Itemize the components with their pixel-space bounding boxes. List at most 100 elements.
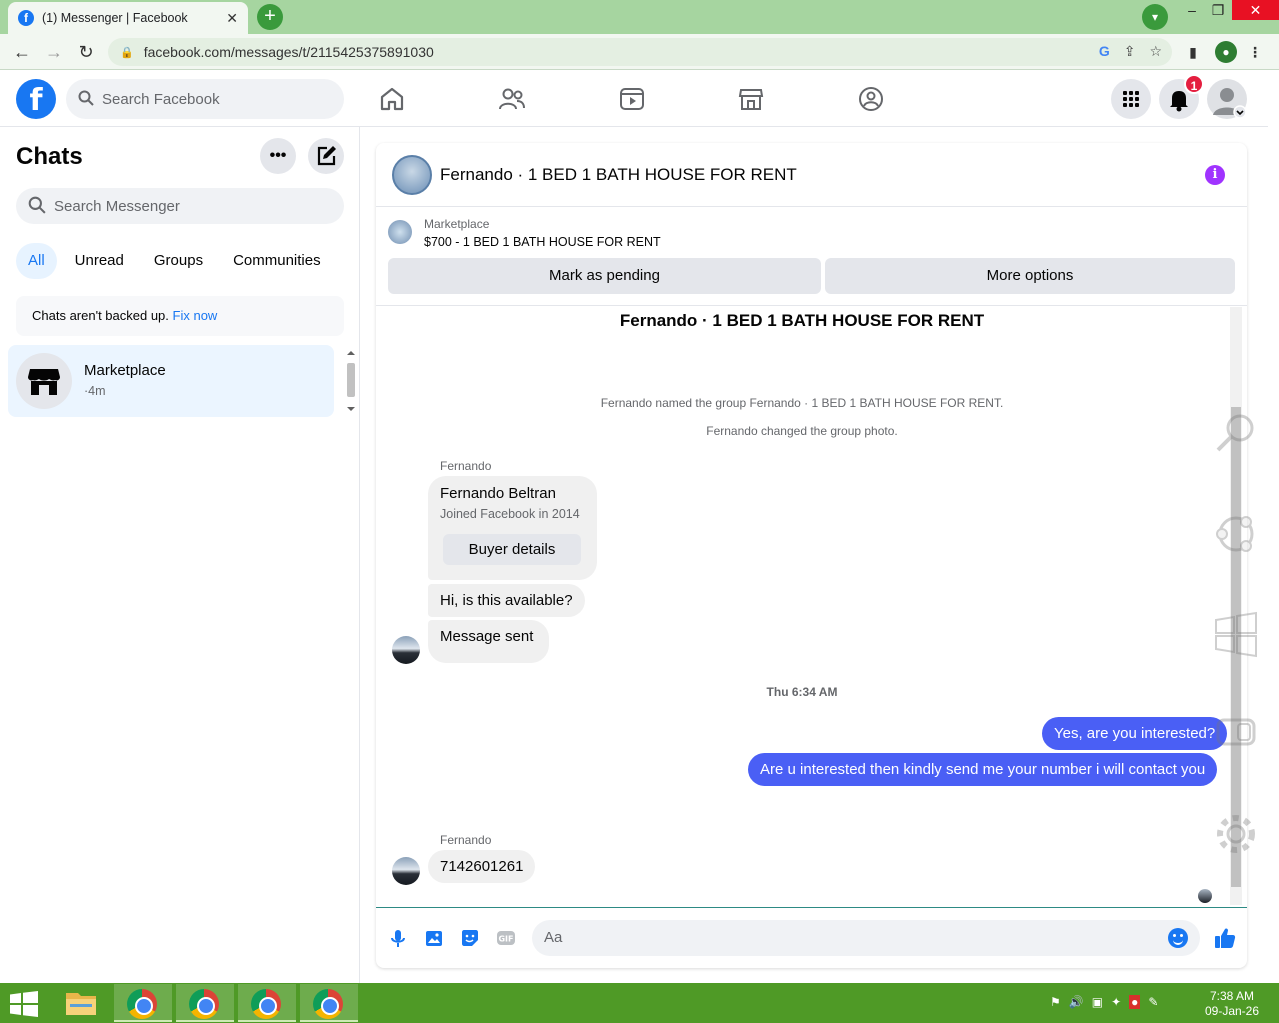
bookmark-star-icon[interactable]: ☆ — [1149, 43, 1162, 60]
message-thread: Fernando · 1 BED 1 BATH HOUSE FOR RENT F… — [376, 307, 1247, 907]
messenger-search-input[interactable]: Search Messenger — [16, 188, 344, 224]
taskbar-chrome-2[interactable] — [176, 984, 234, 1022]
groups-icon[interactable] — [856, 84, 886, 114]
filter-communities[interactable]: Communities — [221, 243, 333, 279]
facebook-logo-icon[interactable]: f — [16, 79, 56, 119]
sidebar-scrollbar[interactable] — [344, 347, 358, 415]
sender-name: Fernando — [440, 833, 492, 847]
browser-tab[interactable]: f (1) Messenger | Facebook ✕ — [8, 2, 248, 34]
close-tab-icon[interactable]: ✕ — [226, 10, 238, 27]
info-icon[interactable]: i — [1205, 165, 1225, 185]
facebook-search-input[interactable]: Search Facebook — [66, 79, 344, 119]
filter-groups[interactable]: Groups — [142, 243, 215, 279]
chat-name: Marketplace — [84, 362, 166, 379]
recording-icon[interactable]: ● — [1129, 995, 1141, 1009]
listing-thumbnail[interactable] — [388, 220, 412, 244]
marketplace-store-icon — [28, 369, 60, 395]
photo-icon[interactable] — [424, 928, 444, 948]
marketplace-label: Marketplace — [424, 217, 490, 231]
message-input[interactable]: Aa — [532, 920, 1200, 956]
taskbar-chrome-4[interactable] — [300, 984, 358, 1022]
fix-now-link[interactable]: Fix now — [173, 308, 218, 323]
chat-filters: All Unread Groups Communities — [16, 243, 333, 279]
sender-avatar[interactable] — [392, 857, 420, 885]
chat-options-button[interactable]: ••• — [260, 138, 296, 174]
more-dots-icon: ••• — [269, 147, 287, 164]
incoming-message[interactable]: 7142601261 — [428, 850, 536, 883]
conversation-panel: Fernando · 1 BED 1 BATH HOUSE FOR RENT i… — [376, 143, 1247, 968]
read-receipt-avatar — [1198, 889, 1212, 903]
conversation-title[interactable]: Fernando · 1 BED 1 BATH HOUSE FOR RENT — [440, 165, 797, 185]
back-icon[interactable]: ← — [10, 40, 34, 64]
share-overlay-icon — [1216, 516, 1254, 552]
flag-icon[interactable]: ⚑ — [1050, 995, 1061, 1009]
taskbar-chrome-3[interactable] — [238, 984, 296, 1022]
video-icon[interactable] — [617, 84, 647, 114]
search-icon — [28, 196, 46, 217]
device-overlay-icon — [1216, 718, 1256, 746]
lock-icon[interactable]: 🔒 — [120, 46, 134, 59]
marketplace-icon[interactable] — [736, 84, 766, 114]
emoji-icon[interactable] — [1168, 928, 1188, 948]
message-composer: GIF Aa — [376, 907, 1247, 968]
incoming-message[interactable]: Hi, is this available? — [428, 584, 585, 617]
sender-avatar[interactable] — [392, 636, 420, 664]
gif-icon[interactable]: GIF — [496, 928, 516, 948]
sender-name: Fernando — [440, 459, 492, 473]
taskbar-chrome-1[interactable] — [114, 984, 172, 1022]
filter-unread[interactable]: Unread — [63, 243, 136, 279]
taskbar-file-explorer[interactable] — [52, 984, 110, 1022]
default-user-icon — [1213, 88, 1247, 119]
network-icon[interactable]: ▣ — [1092, 995, 1103, 1009]
account-avatar[interactable] — [1207, 79, 1247, 119]
reload-icon[interactable]: ↻ — [74, 40, 98, 64]
volume-icon[interactable]: 🔊 — [1069, 995, 1084, 1009]
magnifier-overlay-icon — [1216, 414, 1254, 452]
tray-app-icon[interactable]: ✦ — [1111, 995, 1121, 1009]
marketplace-listing-bar: Marketplace $700 - 1 BED 1 BATH HOUSE FO… — [376, 208, 1247, 306]
tab-search-button[interactable]: ▾ — [1142, 4, 1168, 30]
incoming-message[interactable]: Message sent — [428, 620, 550, 663]
group-avatar[interactable] — [392, 155, 432, 195]
thread-heading: Fernando · 1 BED 1 BATH HOUSE FOR RENT — [619, 311, 985, 330]
chat-avatar — [16, 353, 72, 409]
chats-sidebar: Chats ••• Search Messenger All Unread Gr… — [0, 127, 360, 983]
chrome-menu-icon[interactable]: ⋮ — [1245, 42, 1265, 62]
backup-notice: Chats aren't backed up. Fix now — [16, 296, 344, 336]
thumbs-up-icon[interactable] — [1213, 926, 1237, 950]
buyer-details-button[interactable]: Buyer details — [443, 534, 581, 565]
share-icon[interactable]: ⇪ — [1124, 43, 1136, 60]
profile-avatar-icon[interactable]: ● — [1215, 41, 1237, 63]
side-panel-icon[interactable]: ▮ — [1183, 42, 1203, 62]
chat-list-item[interactable]: Marketplace ·4m — [8, 345, 334, 417]
mark-as-pending-button[interactable]: Mark as pending — [388, 258, 821, 294]
message-timestamp: Thu 6:34 AM — [766, 685, 838, 699]
grid-icon — [1123, 91, 1139, 107]
windows-start-icon[interactable] — [10, 991, 38, 1017]
restore-icon[interactable]: ❐ — [1206, 0, 1230, 22]
chrome-icon — [189, 989, 219, 1019]
new-message-button[interactable] — [308, 138, 344, 174]
address-bar[interactable]: 🔒 facebook.com/messages/t/21154253758910… — [108, 38, 1172, 66]
new-tab-button[interactable]: + — [257, 4, 283, 30]
microphone-icon[interactable] — [388, 928, 408, 948]
taskbar-clock[interactable]: 7:38 AM 09-Jan-26 — [1200, 989, 1264, 1019]
filter-all[interactable]: All — [16, 243, 57, 279]
pen-icon[interactable]: ✎ — [1148, 995, 1158, 1009]
sticker-icon[interactable] — [460, 928, 480, 948]
home-icon[interactable] — [377, 84, 407, 114]
google-icon[interactable]: G — [1099, 43, 1110, 60]
listing-title[interactable]: $700 - 1 BED 1 BATH HOUSE FOR RENT — [424, 235, 661, 249]
menu-grid-button[interactable] — [1111, 79, 1151, 119]
window-close-icon[interactable]: ✕ — [1232, 0, 1279, 20]
compose-icon — [317, 146, 336, 166]
forward-icon[interactable]: → — [42, 40, 66, 64]
url-text: facebook.com/messages/t/2115425375891030 — [143, 44, 434, 60]
outgoing-message[interactable]: Are u interested then kindly send me you… — [748, 753, 1218, 786]
more-options-button[interactable]: More options — [825, 258, 1235, 294]
friends-icon[interactable] — [497, 84, 527, 114]
outgoing-message[interactable]: Yes, are you interested? — [1042, 717, 1228, 750]
tab-title: (1) Messenger | Facebook — [42, 11, 188, 25]
facebook-favicon-icon: f — [18, 10, 34, 26]
minimize-icon[interactable]: – — [1180, 0, 1204, 22]
